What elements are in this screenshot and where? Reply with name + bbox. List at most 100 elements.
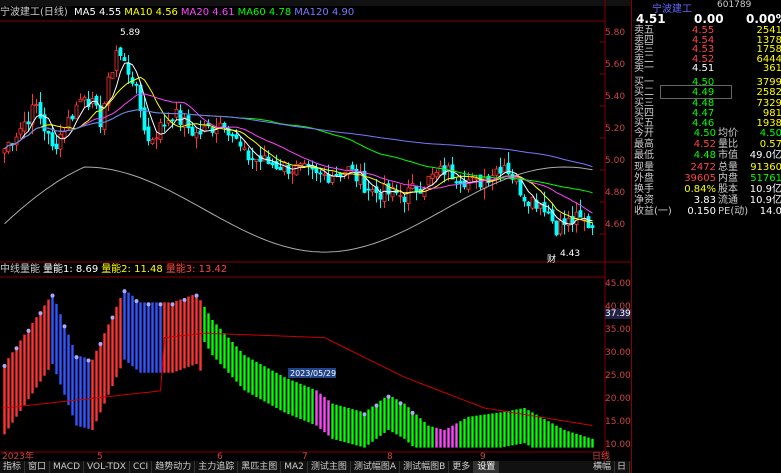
candle-body	[38, 102, 43, 119]
candle-body	[406, 187, 411, 204]
stat-value: 14.0	[759, 206, 781, 218]
bottom-tab[interactable]: 主力追踪	[195, 461, 239, 473]
candle-body	[62, 131, 67, 139]
candle-body	[246, 150, 251, 161]
bottom-tab[interactable]: 测试幅图B	[400, 461, 450, 473]
candle-body	[34, 104, 39, 106]
candle-body	[326, 174, 331, 183]
bottom-tab[interactable]: 更多	[449, 461, 475, 473]
indicator-dot	[362, 412, 367, 417]
bottom-right-tab[interactable]: 横幅	[590, 461, 616, 473]
quote-stock-code: 601789	[717, 0, 752, 10]
indicator-dot	[14, 346, 19, 351]
indicator-dot	[170, 302, 175, 307]
candle-body	[430, 173, 435, 179]
level-volume: 361	[762, 63, 781, 74]
bottom-tab[interactable]: 测试主图	[308, 461, 351, 473]
candle-body	[126, 62, 131, 75]
indicator-dot	[146, 302, 151, 307]
candle-body	[502, 164, 507, 173]
level-price: 4.51	[692, 63, 715, 74]
ma-line	[4, 109, 593, 168]
candle-body	[78, 98, 83, 103]
candle-body	[590, 225, 595, 228]
selected-quote-row	[660, 85, 732, 99]
indicator-dot	[50, 293, 55, 298]
candle-body	[162, 124, 167, 127]
ma-line	[4, 109, 593, 194]
candle-body	[70, 115, 75, 120]
candle-body	[154, 137, 159, 140]
quote-stat-row: 收益(一) 0.150 PE(动) 14.0	[632, 205, 781, 218]
candle-body	[82, 96, 87, 101]
bottom-tab[interactable]: 窗口	[25, 461, 51, 473]
candle-body	[178, 110, 183, 126]
ma-legend-item: MA120 4.90	[294, 7, 355, 18]
candle-body	[22, 121, 27, 132]
candle-body	[222, 122, 227, 128]
candle-body	[110, 71, 115, 79]
candle-body	[526, 201, 531, 207]
candle-body	[514, 176, 519, 183]
candle-body	[558, 220, 563, 235]
candle-body	[554, 220, 559, 236]
candle-body	[18, 127, 23, 135]
candle-body	[122, 57, 127, 62]
indicator-dot	[26, 328, 31, 333]
high-price-label: 5.89	[120, 28, 140, 38]
indicator-dot	[386, 394, 391, 399]
candle-body	[254, 158, 259, 162]
bottom-tab[interactable]: VOL-TDX	[84, 461, 130, 473]
ma-legend-item: MA60 4.78	[237, 7, 292, 18]
candle-body	[170, 119, 175, 122]
candle-body	[538, 204, 543, 209]
indicator-dot	[2, 364, 7, 368]
candle-body	[186, 115, 191, 129]
candle-body	[542, 202, 547, 213]
bottom-tab[interactable]: 指标	[0, 461, 26, 473]
candle-body	[54, 143, 59, 150]
candle-body	[426, 176, 431, 186]
bottom-tab[interactable]: MA2	[281, 461, 308, 473]
candle-body	[270, 162, 275, 166]
candle-body	[230, 134, 235, 137]
candle-body	[198, 130, 203, 135]
sell-level-row[interactable]: 卖一 4.51 361	[632, 62, 781, 75]
indicator-dot	[194, 293, 199, 298]
ma-line	[4, 166, 593, 253]
candle-body	[414, 185, 419, 193]
indicator-dot	[98, 342, 103, 346]
bottom-tab[interactable]: 设置	[474, 461, 500, 473]
indicator-dot	[374, 403, 379, 408]
chart-canvas[interactable]: 5.894.43财2023年 5 6 7 8 9 日线2023/05/29	[0, 0, 631, 473]
candle-body	[286, 164, 291, 174]
low-marker: 财	[547, 253, 556, 265]
indicator-legend-item: 量能1: 8.69	[43, 264, 99, 275]
ma-line	[4, 93, 593, 214]
candle-body	[410, 183, 415, 189]
low-price-label: 4.43	[560, 249, 580, 259]
bottom-right-tab[interactable]: 日	[614, 461, 631, 473]
stat-value: 0.150	[687, 206, 716, 218]
indicator-dot	[110, 315, 115, 320]
candle-body	[134, 84, 139, 86]
indicator-dot	[62, 324, 67, 329]
indicator-dot	[122, 289, 127, 294]
indicator-dot	[38, 311, 43, 316]
candle-body	[278, 166, 283, 171]
stock-title: 宁波建工(日线)	[0, 7, 68, 18]
bottom-tab[interactable]: 测试幅图A	[351, 461, 401, 473]
candle-body	[362, 170, 367, 193]
candle-body	[338, 172, 343, 177]
bottom-tab[interactable]: CCI	[130, 461, 153, 473]
candle-body	[234, 134, 239, 139]
candle-body	[118, 47, 123, 56]
candle-body	[282, 161, 287, 173]
bottom-tab[interactable]: 黑匹主图	[238, 461, 282, 473]
bottom-tab[interactable]: MACD	[50, 461, 85, 473]
bottom-tab[interactable]: 趋势动力	[152, 461, 196, 473]
indicator-dot	[410, 410, 415, 415]
stat-label: 收益(一)	[634, 206, 672, 218]
candle-body	[98, 105, 103, 128]
candle-body	[318, 172, 323, 175]
